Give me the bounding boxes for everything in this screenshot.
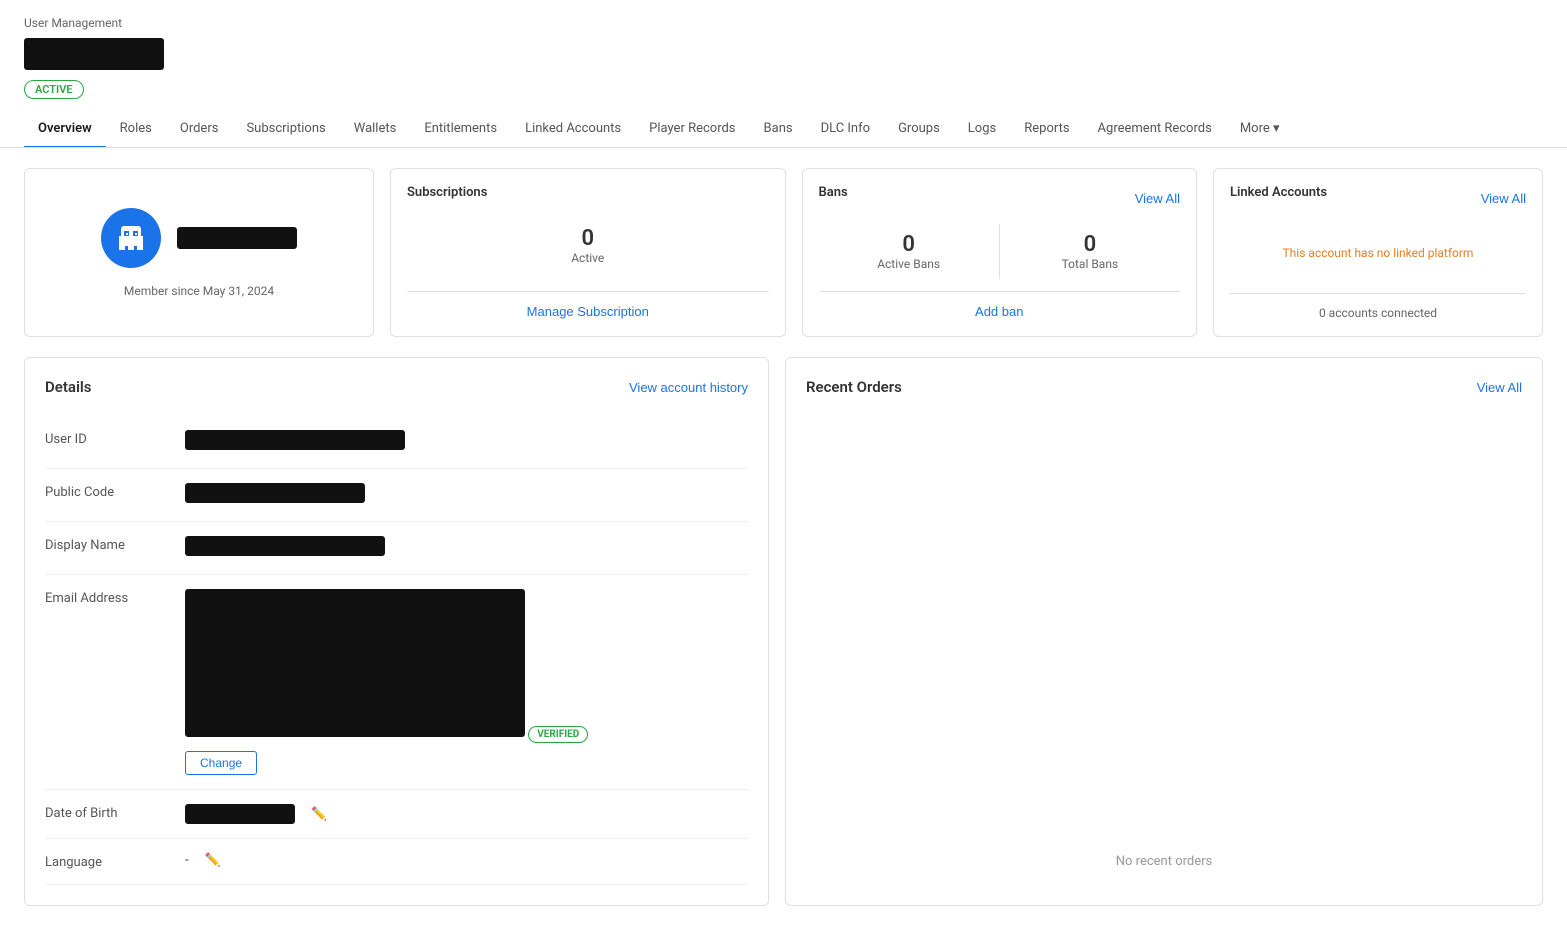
tab-subscriptions[interactable]: Subscriptions (232, 111, 339, 148)
linked-title: Linked Accounts (1230, 185, 1327, 200)
subscriptions-active-label: Active (571, 251, 604, 265)
detail-label-userid: User ID (45, 430, 185, 447)
status-badge: ACTIVE (24, 80, 84, 99)
tab-dlc-info[interactable]: DLC Info (807, 111, 884, 148)
detail-row-publiccode: Public Code (45, 469, 748, 522)
active-bans-stat: 0 Active Bans (819, 224, 999, 279)
bans-view-all-button[interactable]: View All (1135, 191, 1180, 206)
detail-row-displayname: Display Name (45, 522, 748, 575)
detail-row-email: Email Address VERIFIED Change (45, 575, 748, 790)
subscriptions-stat: 0 Active (407, 212, 769, 279)
tab-roles[interactable]: Roles (106, 111, 166, 148)
change-email-button[interactable]: Change (185, 751, 257, 775)
tab-more[interactable]: More ▾ (1226, 111, 1294, 148)
tab-entitlements[interactable]: Entitlements (410, 111, 511, 148)
bans-card: Bans View All 0 Active Bans 0 Total Bans… (802, 168, 1198, 337)
detail-label-language: Language (45, 853, 185, 870)
orders-header: Recent Orders View All (806, 378, 1522, 396)
tab-linked-accounts[interactable]: Linked Accounts (511, 111, 635, 148)
manage-subscription-button[interactable]: Manage Subscription (527, 304, 649, 319)
summary-cards: Member since May 31, 2024 Subscriptions … (24, 168, 1543, 337)
bans-header: Bans View All (819, 185, 1181, 212)
total-bans-label: Total Bans (1008, 257, 1172, 271)
tab-player-records[interactable]: Player Records (635, 111, 749, 148)
detail-value-displayname (185, 536, 748, 560)
subscriptions-card: Subscriptions 0 Active Manage Subscripti… (390, 168, 786, 337)
tab-orders[interactable]: Orders (166, 111, 233, 148)
detail-row-language: Language - ✏️ (45, 839, 748, 885)
bans-stats: 0 Active Bans 0 Total Bans (819, 224, 1181, 279)
profile-name-redacted (177, 227, 297, 249)
total-bans-stat: 0 Total Bans (999, 224, 1180, 279)
details-header: Details View account history (45, 378, 748, 396)
verified-badge: VERIFIED (528, 726, 588, 743)
detail-value-userid (185, 430, 748, 454)
orders-title: Recent Orders (806, 378, 902, 396)
orders-card: Recent Orders View All No recent orders (785, 357, 1543, 906)
detail-row-dob: Date of Birth ✏️ (45, 790, 748, 839)
detail-value-email: VERIFIED Change (185, 589, 748, 775)
detail-value-publiccode (185, 483, 748, 507)
profile-inner (101, 208, 297, 268)
bottom-section: Details View account history User ID Pub… (24, 357, 1543, 906)
details-card: Details View account history User ID Pub… (24, 357, 769, 906)
subscriptions-action: Manage Subscription (407, 291, 769, 320)
detail-label-email: Email Address (45, 589, 185, 606)
bans-action: Add ban (819, 291, 1181, 320)
active-bans-label: Active Bans (827, 257, 991, 271)
active-bans-count: 0 (827, 232, 991, 257)
edit-language-icon[interactable]: ✏️ (205, 853, 221, 868)
tab-wallets[interactable]: Wallets (340, 111, 411, 148)
orders-view-all-button[interactable]: View All (1477, 380, 1522, 395)
profile-card: Member since May 31, 2024 (24, 168, 374, 337)
add-ban-button[interactable]: Add ban (975, 304, 1023, 319)
language-value: - (185, 853, 189, 868)
detail-value-dob: ✏️ (185, 804, 748, 824)
detail-label-publiccode: Public Code (45, 483, 185, 500)
tab-agreement-records[interactable]: Agreement Records (1084, 111, 1226, 148)
subscriptions-title: Subscriptions (407, 185, 769, 200)
detail-label-dob: Date of Birth (45, 804, 185, 821)
tab-overview[interactable]: Overview (24, 111, 106, 148)
edit-dob-icon[interactable]: ✏️ (311, 807, 327, 822)
bans-title: Bans (819, 185, 848, 200)
linked-no-platform-message: This account has no linked platform (1230, 224, 1526, 281)
linked-accounts-connected: 0 accounts connected (1230, 293, 1526, 320)
user-name-redacted (24, 38, 164, 70)
view-account-history-button[interactable]: View account history (629, 380, 748, 395)
detail-row-userid: User ID (45, 416, 748, 469)
linked-header: Linked Accounts View All (1230, 185, 1526, 212)
orders-empty-message: No recent orders (806, 416, 1522, 885)
tab-logs[interactable]: Logs (954, 111, 1010, 148)
tab-reports[interactable]: Reports (1010, 111, 1083, 148)
details-title: Details (45, 378, 91, 396)
content-area: Member since May 31, 2024 Subscriptions … (0, 148, 1567, 926)
details-rows: User ID Public Code Display Name (45, 416, 748, 885)
nav-tabs: Overview Roles Orders Subscriptions Wall… (0, 111, 1567, 148)
detail-label-displayname: Display Name (45, 536, 185, 553)
total-bans-count: 0 (1008, 232, 1172, 257)
member-since: Member since May 31, 2024 (124, 284, 274, 298)
top-bar: User Management ACTIVE (0, 0, 1567, 111)
tab-bans[interactable]: Bans (750, 111, 807, 148)
tab-groups[interactable]: Groups (884, 111, 954, 148)
linked-view-all-button[interactable]: View All (1481, 191, 1526, 206)
linked-accounts-card: Linked Accounts View All This account ha… (1213, 168, 1543, 337)
breadcrumb: User Management (24, 16, 1543, 30)
avatar (101, 208, 161, 268)
detail-value-language: - ✏️ (185, 853, 748, 868)
subscriptions-active-count: 0 (581, 226, 594, 251)
